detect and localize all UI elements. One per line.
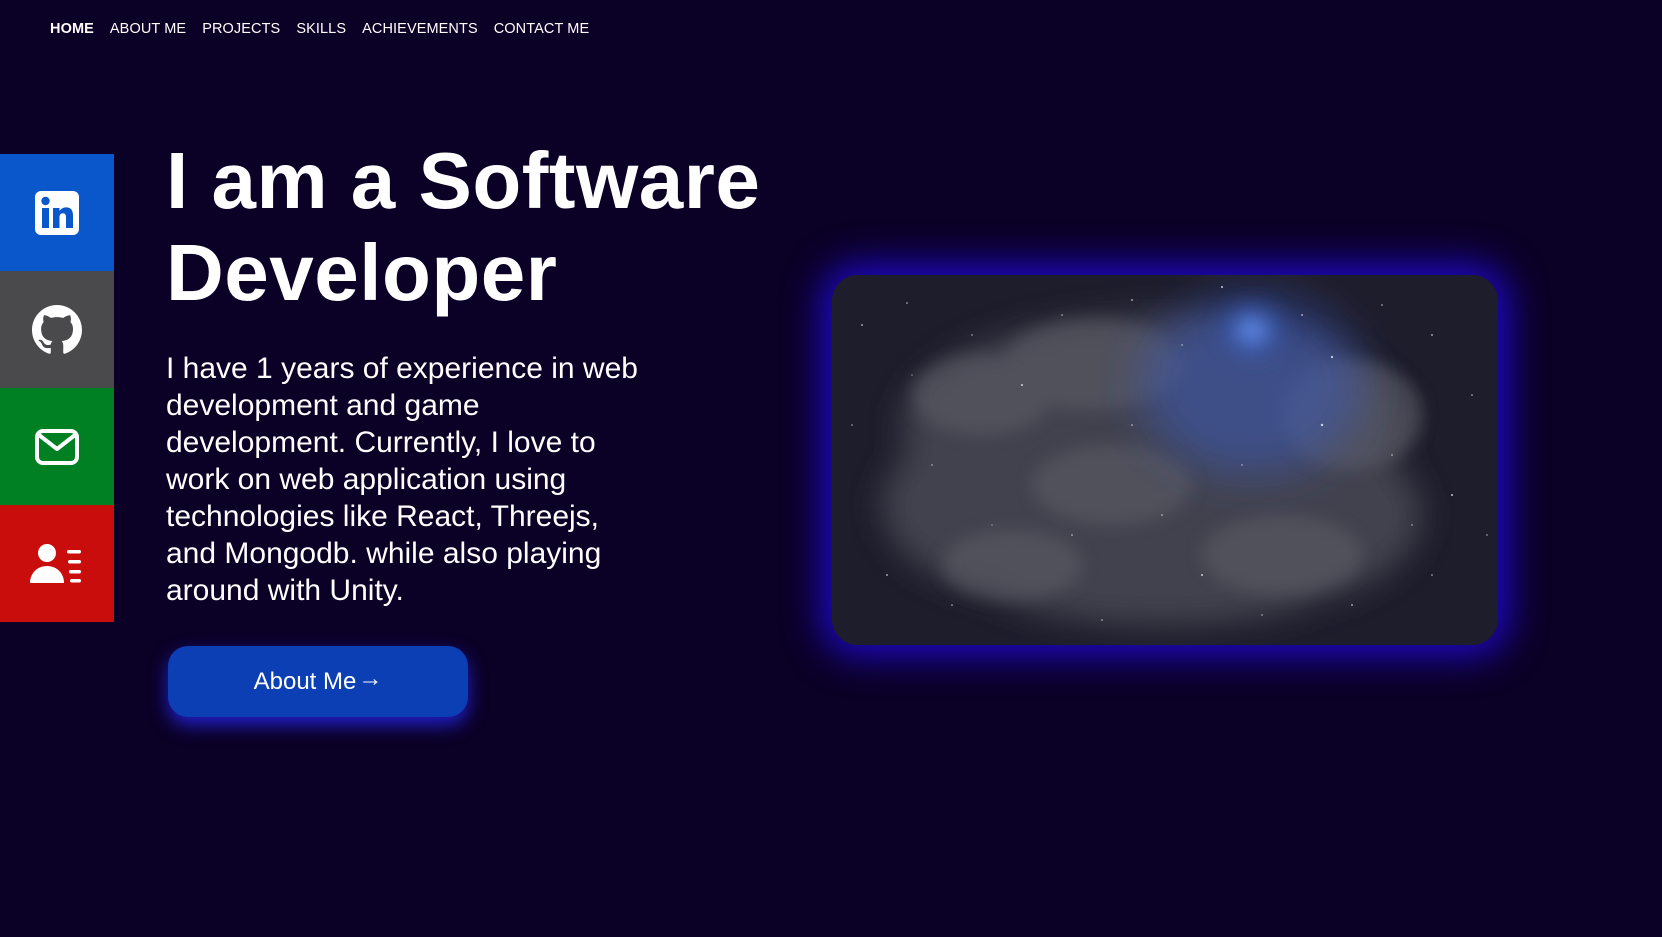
arrow-right-icon: → [358, 664, 383, 692]
nebula-image [832, 275, 1498, 645]
social-sidebar [0, 154, 114, 622]
email-link[interactable] [0, 388, 114, 505]
hero-bio: I have 1 years of experience in web deve… [166, 352, 638, 607]
email-icon [34, 427, 80, 467]
resume-link[interactable] [0, 505, 114, 622]
hero-title: I am a Software Developer [166, 135, 806, 319]
linkedin-icon [34, 190, 80, 236]
nav-skills[interactable]: SKILLS [296, 19, 346, 39]
github-icon [32, 304, 82, 355]
nav-projects[interactable]: PROJECTS [202, 19, 280, 39]
linkedin-link[interactable] [0, 154, 114, 271]
nav-about-me[interactable]: ABOUT ME [110, 19, 186, 39]
about-me-button[interactable]: About Me → [168, 646, 468, 717]
hero-title-line1: I am a Software [166, 136, 761, 225]
nav-home[interactable]: HOME [50, 19, 94, 39]
top-nav: HOME ABOUT ME PROJECTS SKILLS ACHIEVEMEN… [50, 19, 605, 39]
nav-contact-me[interactable]: CONTACT ME [494, 19, 590, 39]
resume-icon [30, 543, 84, 585]
hero-title-line2: Developer [166, 228, 558, 317]
nav-achievements[interactable]: ACHIEVEMENTS [362, 19, 478, 39]
github-link[interactable] [0, 271, 114, 388]
about-me-button-label: About Me [253, 667, 357, 695]
